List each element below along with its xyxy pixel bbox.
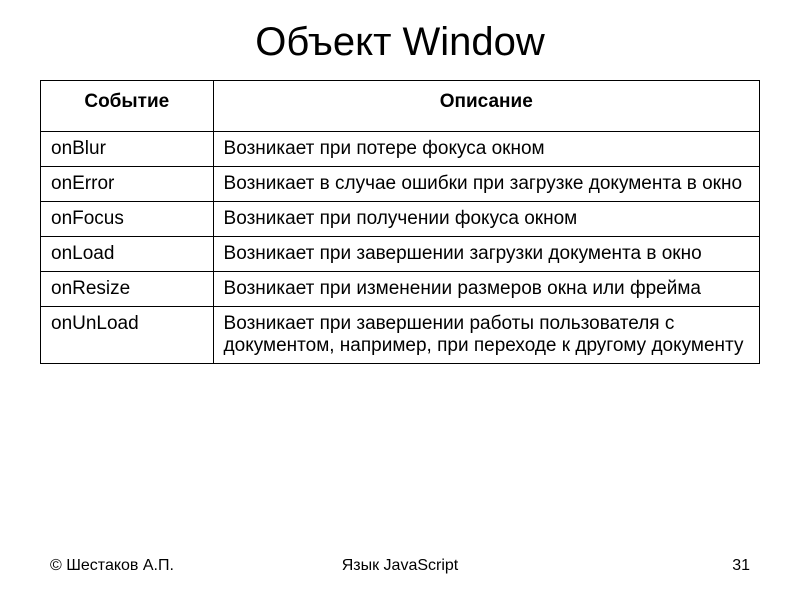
cell-description: Возникает при потере фокуса окном xyxy=(213,132,759,167)
cell-description: Возникает при завершении загрузки докуме… xyxy=(213,237,759,272)
header-event: Событие xyxy=(41,81,214,132)
cell-description: Возникает в случае ошибки при загрузке д… xyxy=(213,167,759,202)
table-row: onFocus Возникает при получении фокуса о… xyxy=(41,202,760,237)
cell-description: Возникает при завершении работы пользова… xyxy=(213,307,759,364)
cell-event: onLoad xyxy=(41,237,214,272)
cell-event: onFocus xyxy=(41,202,214,237)
events-table: Событие Описание onBlur Возникает при по… xyxy=(40,80,760,364)
cell-event: onUnLoad xyxy=(41,307,214,364)
header-description: Описание xyxy=(213,81,759,132)
footer: © Шестаков А.П. Язык JavaScript 31 xyxy=(0,557,800,575)
table-row: onBlur Возникает при потере фокуса окном xyxy=(41,132,760,167)
table-header-row: Событие Описание xyxy=(41,81,760,132)
cell-event: onResize xyxy=(41,272,214,307)
footer-subject: Язык JavaScript xyxy=(283,557,516,575)
table-row: onError Возникает в случае ошибки при за… xyxy=(41,167,760,202)
table-row: onUnLoad Возникает при завершении работы… xyxy=(41,307,760,364)
cell-event: onError xyxy=(41,167,214,202)
table-row: onLoad Возникает при завершении загрузки… xyxy=(41,237,760,272)
page-title: Объект Window xyxy=(40,20,760,65)
cell-event: onBlur xyxy=(41,132,214,167)
footer-author: © Шестаков А.П. xyxy=(50,557,283,575)
table-row: onResize Возникает при изменении размеро… xyxy=(41,272,760,307)
cell-description: Возникает при получении фокуса окном xyxy=(213,202,759,237)
cell-description: Возникает при изменении размеров окна ил… xyxy=(213,272,759,307)
footer-page: 31 xyxy=(517,557,750,575)
